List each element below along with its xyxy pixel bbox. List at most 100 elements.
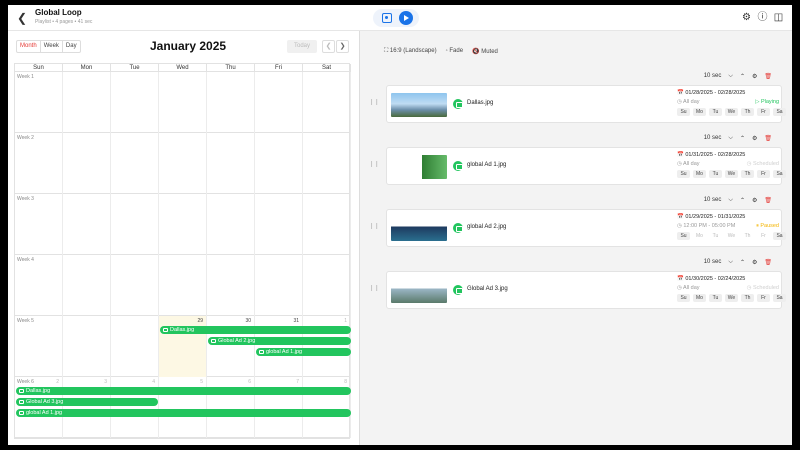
- day-cell[interactable]: [303, 133, 351, 194]
- item-card[interactable]: global Ad 2.jpg 📅 01/29/2025 - 01/31/2025…: [386, 209, 786, 247]
- play-icon[interactable]: [399, 11, 413, 25]
- weekday-toggle[interactable]: Fr: [757, 108, 770, 116]
- day-cell[interactable]: [207, 255, 255, 316]
- weekday-toggle[interactable]: Mo: [693, 108, 706, 116]
- back-arrow-icon[interactable]: ❮: [17, 11, 31, 25]
- day-cell[interactable]: [111, 194, 159, 255]
- settings-gear-icon[interactable]: ⚙: [741, 12, 752, 23]
- weekday-toggle[interactable]: Tu: [709, 108, 722, 116]
- trash-icon[interactable]: 🗑: [764, 259, 772, 266]
- day-cell[interactable]: [63, 72, 111, 133]
- layout-panel-icon[interactable]: ◫: [773, 12, 784, 23]
- next-month-chevron-icon[interactable]: ❯: [336, 40, 349, 53]
- item-card[interactable]: Global Ad 3.jpg 📅 01/30/2025 - 02/24/2025…: [386, 271, 786, 309]
- item-card[interactable]: global Ad 1.jpg 📅 01/31/2025 - 02/28/2025…: [386, 147, 786, 185]
- duration-select[interactable]: 10 sec: [704, 259, 722, 265]
- day-cell[interactable]: [159, 72, 207, 133]
- day-cell[interactable]: [159, 194, 207, 255]
- day-cell[interactable]: [15, 316, 63, 377]
- weekday-toggle[interactable]: Su: [677, 170, 690, 178]
- day-cell[interactable]: [63, 194, 111, 255]
- duration-select[interactable]: 10 sec: [704, 135, 722, 141]
- weekday-toggle[interactable]: We: [725, 108, 738, 116]
- weekday-toggle[interactable]: Fr: [757, 294, 770, 302]
- weekday-toggle[interactable]: Fr: [757, 170, 770, 178]
- day-cell[interactable]: [207, 72, 255, 133]
- day-cell[interactable]: [255, 255, 303, 316]
- calendar-event[interactable]: global Ad 1.jpg: [256, 348, 351, 356]
- weekday-toggle[interactable]: Sa: [773, 108, 786, 116]
- view-day-button[interactable]: Day: [61, 41, 80, 52]
- weekday-toggle[interactable]: We: [725, 232, 738, 240]
- record-icon[interactable]: [382, 13, 392, 23]
- weekday-toggle[interactable]: Su: [677, 294, 690, 302]
- chevron-down-icon[interactable]: ⌵: [728, 259, 733, 266]
- prev-month-chevron-icon[interactable]: ❮: [322, 40, 335, 53]
- day-cell[interactable]: [15, 194, 63, 255]
- day-cell[interactable]: [15, 72, 63, 133]
- weekday-toggle[interactable]: Sa: [773, 294, 786, 302]
- weekday-toggle[interactable]: Th: [741, 170, 754, 178]
- gear-icon[interactable]: ⚙: [752, 73, 757, 80]
- weekday-toggle[interactable]: We: [725, 294, 738, 302]
- weekday-toggle[interactable]: Su: [677, 108, 690, 116]
- day-cell[interactable]: [111, 255, 159, 316]
- day-cell[interactable]: [303, 255, 351, 316]
- day-cell[interactable]: [255, 194, 303, 255]
- move-up-icon[interactable]: ⌃: [740, 259, 745, 266]
- weekday-toggle[interactable]: Fr: [757, 232, 770, 240]
- day-cell[interactable]: [207, 194, 255, 255]
- day-cell[interactable]: [159, 133, 207, 194]
- day-cell[interactable]: [15, 255, 63, 316]
- gear-icon[interactable]: ⚙: [752, 259, 757, 266]
- day-cell[interactable]: [207, 133, 255, 194]
- weekday-toggle[interactable]: Mo: [693, 170, 706, 178]
- duration-select[interactable]: 10 sec: [704, 197, 722, 203]
- weekday-toggle[interactable]: Sa: [773, 232, 786, 240]
- calendar-event[interactable]: Global Ad 2.jpg: [208, 337, 351, 345]
- drag-handle-icon[interactable]: ⠇⠇: [370, 285, 380, 293]
- calendar-event[interactable]: Dallas.jpg: [16, 387, 351, 395]
- weekday-toggle[interactable]: Th: [741, 232, 754, 240]
- view-week-button[interactable]: Week: [39, 41, 62, 52]
- trash-icon[interactable]: 🗑: [764, 197, 772, 204]
- day-cell[interactable]: [255, 133, 303, 194]
- move-up-icon[interactable]: ⌃: [740, 135, 745, 142]
- trash-icon[interactable]: 🗑: [764, 135, 772, 142]
- weekday-toggle[interactable]: Su: [677, 232, 690, 240]
- weekday-toggle[interactable]: Tu: [709, 170, 722, 178]
- calendar-event[interactable]: Global Ad 3.jpg: [16, 398, 158, 406]
- move-up-icon[interactable]: ⌃: [740, 197, 745, 204]
- weekday-toggle[interactable]: Sa: [773, 170, 786, 178]
- weekday-toggle[interactable]: Mo: [693, 232, 706, 240]
- chevron-down-icon[interactable]: ⌵: [728, 73, 733, 80]
- day-cell[interactable]: [111, 133, 159, 194]
- transition-option[interactable]: ◦ Fade: [446, 48, 463, 55]
- day-cell[interactable]: [63, 316, 111, 377]
- calendar-event[interactable]: global Ad 1.jpg: [16, 409, 351, 417]
- day-cell[interactable]: [63, 133, 111, 194]
- weekday-toggle[interactable]: Mo: [693, 294, 706, 302]
- day-cell[interactable]: [111, 316, 159, 377]
- weekday-toggle[interactable]: Tu: [709, 294, 722, 302]
- aspect-ratio-option[interactable]: ⛶ 16:9 (Landscape): [384, 48, 437, 55]
- move-up-icon[interactable]: ⌃: [740, 73, 745, 80]
- day-cell[interactable]: [159, 255, 207, 316]
- weekday-toggle[interactable]: We: [725, 170, 738, 178]
- drag-handle-icon[interactable]: ⠇⠇: [370, 161, 380, 169]
- chevron-down-icon[interactable]: ⌵: [728, 197, 733, 204]
- today-button[interactable]: Today: [287, 40, 317, 53]
- calendar-event[interactable]: Dallas.jpg: [160, 326, 351, 334]
- day-cell[interactable]: [303, 72, 351, 133]
- weekday-toggle[interactable]: Tu: [709, 232, 722, 240]
- help-icon[interactable]: ⓘ: [757, 12, 768, 23]
- drag-handle-icon[interactable]: ⠇⠇: [370, 99, 380, 107]
- day-cell[interactable]: [15, 133, 63, 194]
- trash-icon[interactable]: 🗑: [764, 73, 772, 80]
- day-cell[interactable]: [63, 255, 111, 316]
- weekday-toggle[interactable]: Th: [741, 108, 754, 116]
- gear-icon[interactable]: ⚙: [752, 197, 757, 204]
- weekday-toggle[interactable]: Th: [741, 294, 754, 302]
- day-cell[interactable]: [303, 194, 351, 255]
- day-cell[interactable]: [111, 72, 159, 133]
